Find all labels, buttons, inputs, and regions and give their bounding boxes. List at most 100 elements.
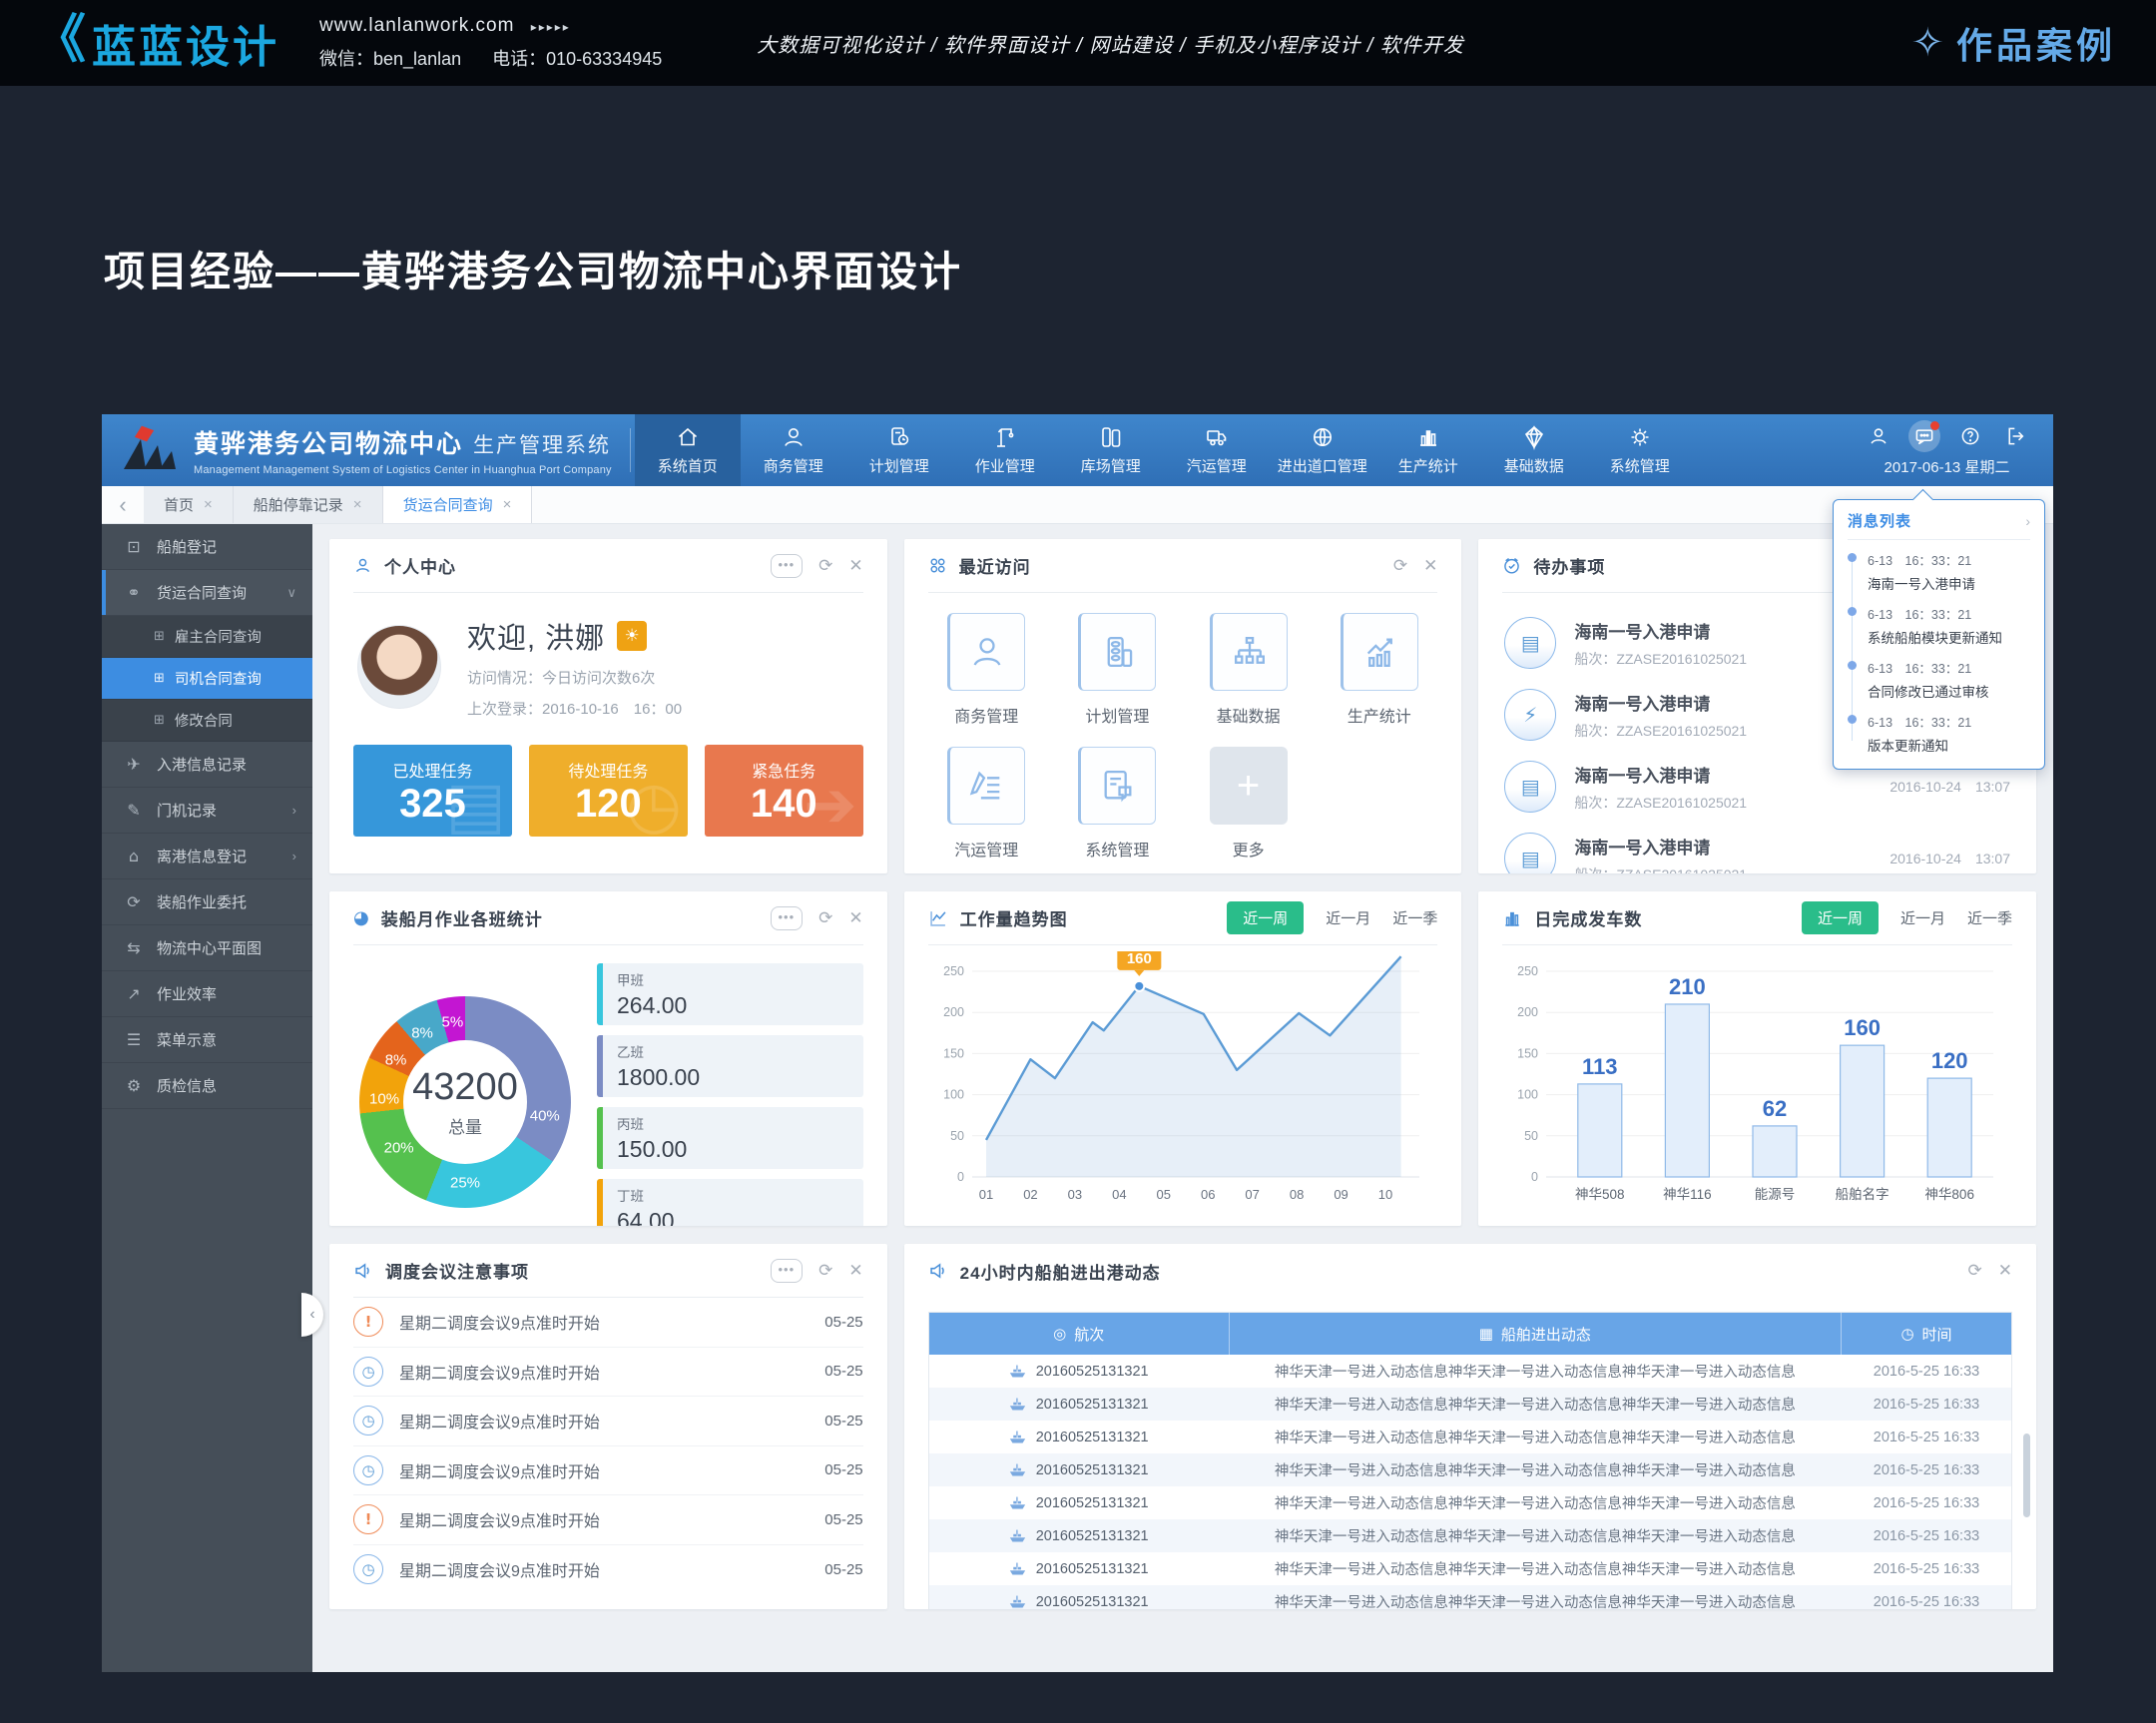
- recent-item-data[interactable]: 基础数据: [1190, 613, 1307, 727]
- nav-item-system[interactable]: 系统管理: [1587, 414, 1693, 486]
- close-button[interactable]: ✕: [848, 1261, 862, 1281]
- stat-urgent[interactable]: 紧急任务 140 ➔: [705, 745, 863, 837]
- refresh-button[interactable]: ⟳: [818, 908, 832, 928]
- svg-text:150: 150: [943, 1046, 964, 1060]
- pie-icon: ◕: [353, 907, 369, 928]
- meeting-item[interactable]: ◷ 星期二调度会议9点准时开始 05-25: [353, 1397, 863, 1446]
- sidebar-item-freight-contract[interactable]: ⚭ 货运合同查询 ∨: [102, 570, 312, 616]
- filter-month[interactable]: 近一月: [1326, 907, 1370, 928]
- recent-item-more[interactable]: + 更多: [1190, 747, 1307, 861]
- refresh-button[interactable]: ⟳: [1393, 556, 1407, 576]
- arrow-watermark-icon: ➔: [804, 769, 857, 837]
- nav-item-business[interactable]: 商务管理: [741, 414, 846, 486]
- bar-chart-icon: [1502, 908, 1522, 928]
- close-button[interactable]: ✕: [1998, 1261, 2012, 1281]
- nav-item-gateway[interactable]: 进出道口管理: [1270, 414, 1375, 486]
- filter-quarter[interactable]: 近一季: [1967, 907, 2012, 928]
- more-button[interactable]: •••: [771, 1259, 804, 1283]
- meeting-item[interactable]: ◷ 星期二调度会议9点准时开始 05-25: [353, 1446, 863, 1496]
- nav-item-yard[interactable]: 库场管理: [1058, 414, 1164, 486]
- filter-week[interactable]: 近一周: [1802, 901, 1879, 934]
- table-row[interactable]: 20160525131321神华天津一号进入动态信息神华天津一号进入动态信息神华…: [929, 1519, 2011, 1552]
- tab-berth-record[interactable]: 船舶停靠记录 ×: [234, 486, 383, 523]
- dashboard-content: 个人中心 ••• ⟳ ✕ 欢迎, 洪娜 ☀ 访问情况：今日访问次数6次: [312, 524, 2053, 1672]
- sidebar-item-modify-contract[interactable]: ⊞ 修改合同: [102, 700, 312, 742]
- nav-item-data[interactable]: 基础数据: [1481, 414, 1587, 486]
- sidebar-item-inport-record[interactable]: ✈ 入港信息记录: [102, 742, 312, 788]
- sidebar-item-menu-demo[interactable]: ☰ 菜单示意: [102, 1017, 312, 1063]
- more-button[interactable]: •••: [771, 554, 804, 578]
- stat-pending[interactable]: 待处理任务 120 ◷: [529, 745, 688, 837]
- table-row[interactable]: 20160525131321神华天津一号进入动态信息神华天津一号进入动态信息神华…: [929, 1585, 2011, 1609]
- sidebar-item-center-plan[interactable]: ⇆ 物流中心平面图: [102, 925, 312, 971]
- legend-item: 丁班64.00: [597, 1179, 863, 1226]
- refresh-button[interactable]: ⟳: [1968, 1261, 1982, 1281]
- card-title: 个人中心: [384, 553, 456, 578]
- filter-week[interactable]: 近一周: [1227, 901, 1304, 934]
- message-item[interactable]: 6-13 16：33：21 系统船舶模块更新通知: [1848, 604, 2030, 647]
- more-button[interactable]: •••: [771, 906, 804, 930]
- nav-item-operation[interactable]: 作业管理: [952, 414, 1058, 486]
- logout-icon[interactable]: [2000, 420, 2032, 452]
- todo-item[interactable]: ▤ 海南一号入港申请 船次：ZZASE20161025021 2016-10-2…: [1502, 823, 2012, 873]
- close-button[interactable]: ✕: [1423, 556, 1437, 576]
- meeting-item[interactable]: ◷ 星期二调度会议9点准时开始 05-25: [353, 1545, 863, 1595]
- stat-processed[interactable]: 已处理任务 325 ▤: [353, 745, 512, 837]
- help-icon[interactable]: [1954, 420, 1986, 452]
- table-row[interactable]: 20160525131321神华天津一号进入动态信息神华天津一号进入动态信息神华…: [929, 1552, 2011, 1585]
- nav-item-plan[interactable]: 计划管理: [846, 414, 952, 486]
- nav-item-stats[interactable]: 生产统计: [1375, 414, 1481, 486]
- sun-icon: ☀: [617, 621, 647, 651]
- tab-home[interactable]: 首页 ×: [144, 486, 234, 523]
- sidebar-item-quality-info[interactable]: ⚙ 质检信息: [102, 1063, 312, 1109]
- sidebar-item-driver-contract[interactable]: ⊞ 司机合同查询: [102, 658, 312, 700]
- sidebar-item-loading-commission[interactable]: ⟳ 装船作业委托: [102, 879, 312, 925]
- filter-month[interactable]: 近一月: [1900, 907, 1945, 928]
- close-button[interactable]: ✕: [848, 908, 862, 928]
- profile-icon[interactable]: [1863, 420, 1894, 452]
- portfolio-link[interactable]: ✧ 作品案例: [1910, 17, 2116, 69]
- doc-watermark-icon: ▤: [445, 769, 505, 837]
- refresh-button[interactable]: ⟳: [818, 1261, 832, 1281]
- recent-item-truck[interactable]: 汽运管理: [928, 747, 1045, 861]
- meeting-item[interactable]: ! 星期二调度会议9点准时开始 05-25: [353, 1495, 863, 1545]
- table-row[interactable]: 20160525131321神华天津一号进入动态信息神华天津一号进入动态信息神华…: [929, 1453, 2011, 1486]
- nav-item-home[interactable]: 系统首页: [635, 414, 741, 486]
- chevron-right-icon[interactable]: ›: [2025, 513, 2030, 529]
- recent-item-plan[interactable]: 计划管理: [1059, 613, 1176, 727]
- svg-text:100: 100: [943, 1088, 964, 1102]
- app-title: 黄骅港务公司物流中心: [194, 424, 463, 460]
- sidebar-item-gantry-record[interactable]: ✎ 门机记录 ›: [102, 788, 312, 834]
- message-item[interactable]: 6-13 16：33：21 海南一号入港申请: [1848, 550, 2030, 593]
- sidebar-item-employer-contract[interactable]: ⊞ 雇主合同查询: [102, 616, 312, 658]
- close-icon[interactable]: ×: [503, 496, 512, 513]
- tabs-scroll-left[interactable]: ‹: [102, 486, 144, 523]
- messages-icon[interactable]: [1908, 420, 1940, 452]
- table-row[interactable]: 20160525131321神华天津一号进入动态信息神华天津一号进入动态信息神华…: [929, 1355, 2011, 1388]
- refresh-button[interactable]: ⟳: [818, 556, 832, 576]
- close-button[interactable]: ✕: [848, 556, 862, 576]
- table-row[interactable]: 20160525131321神华天津一号进入动态信息神华天津一号进入动态信息神华…: [929, 1388, 2011, 1421]
- svg-text:01: 01: [978, 1187, 992, 1202]
- table-row[interactable]: 20160525131321神华天津一号进入动态信息神华天津一号进入动态信息神华…: [929, 1486, 2011, 1519]
- table-row[interactable]: 20160525131321神华天津一号进入动态信息神华天津一号进入动态信息神华…: [929, 1421, 2011, 1453]
- filter-quarter[interactable]: 近一季: [1392, 907, 1437, 928]
- message-item[interactable]: 6-13 16：33：21 合同修改已通过审核: [1848, 658, 2030, 701]
- meeting-item[interactable]: ! 星期二调度会议9点准时开始 05-25: [353, 1298, 863, 1348]
- recent-item-business[interactable]: 商务管理: [928, 613, 1045, 727]
- recent-item-system[interactable]: 系统管理: [1059, 747, 1176, 861]
- close-icon[interactable]: ×: [204, 496, 213, 513]
- timeline-dot: [1848, 661, 1857, 670]
- sidebar-item-departure-register[interactable]: ⌂ 离港信息登记 ›: [102, 834, 312, 879]
- menu-icon: ☰: [124, 1030, 144, 1049]
- close-icon[interactable]: ×: [353, 496, 362, 513]
- recent-item-stats[interactable]: 生产统计: [1321, 613, 1437, 727]
- tab-freight-contract[interactable]: 货运合同查询 ×: [383, 486, 533, 523]
- meeting-item[interactable]: ◷ 星期二调度会议9点准时开始 05-25: [353, 1348, 863, 1398]
- scrollbar-thumb[interactable]: [2023, 1434, 2030, 1517]
- sidebar-item-work-efficiency[interactable]: ↗ 作业效率: [102, 971, 312, 1017]
- message-item[interactable]: 6-13 16：33：21 版本更新通知: [1848, 712, 2030, 755]
- card-meeting-notes: 调度会议注意事项 ••• ⟳ ✕ ! 星期二调度会议9点准时开始 05-25 ◷: [329, 1244, 887, 1609]
- sidebar-item-ship-register[interactable]: ⊡ 船舶登记: [102, 524, 312, 570]
- nav-item-truck[interactable]: 汽运管理: [1164, 414, 1270, 486]
